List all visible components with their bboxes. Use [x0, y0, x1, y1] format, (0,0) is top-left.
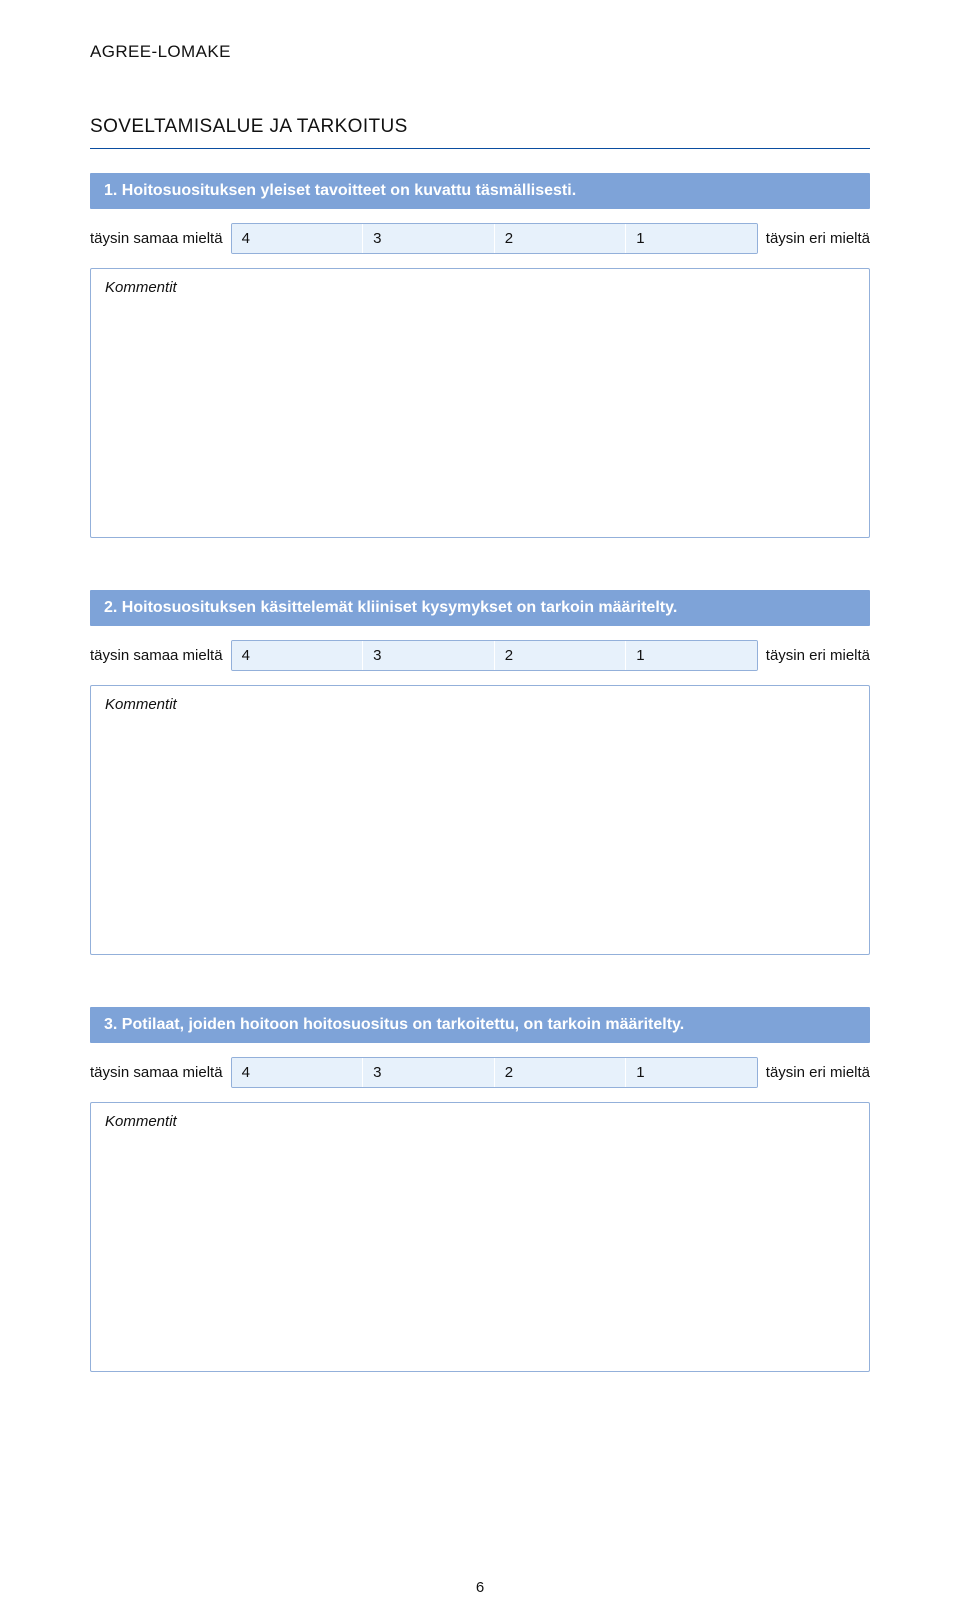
comment-title: Kommentit	[105, 279, 855, 296]
rating-label-left: täysin samaa mieltä	[90, 223, 231, 254]
question-text: Hoitosuosituksen käsittelemät kliiniset …	[122, 599, 677, 616]
rating-label-left: täysin samaa mieltä	[90, 1057, 231, 1088]
rating-option-3[interactable]: 3	[362, 1058, 494, 1087]
page-number: 6	[0, 1579, 960, 1596]
rating-option-1[interactable]: 1	[625, 1058, 757, 1087]
spacer	[90, 538, 870, 590]
rating-row-1: täysin samaa mieltä 4 3 2 1 täysin eri m…	[90, 223, 870, 254]
rating-option-2[interactable]: 2	[494, 224, 626, 253]
comment-title: Kommentit	[105, 696, 855, 713]
question-text: Hoitosuosituksen yleiset tavoitteet on k…	[122, 182, 576, 199]
section-title: SOVELTAMISALUE JA TARKOITUS	[90, 116, 870, 138]
question-bar-1: 1. Hoitosuosituksen yleiset tavoitteet o…	[90, 173, 870, 209]
comment-box-1[interactable]: Kommentit	[90, 268, 870, 538]
rating-cells-1: 4 3 2 1	[231, 223, 758, 254]
rating-row-3: täysin samaa mieltä 4 3 2 1 täysin eri m…	[90, 1057, 870, 1088]
rating-option-3[interactable]: 3	[362, 641, 494, 670]
comment-title: Kommentit	[105, 1113, 855, 1130]
question-number: 3.	[104, 1016, 117, 1033]
question-number: 1.	[104, 182, 117, 199]
rating-option-1[interactable]: 1	[625, 641, 757, 670]
comment-box-3[interactable]: Kommentit	[90, 1102, 870, 1372]
form-header: AGREE-LOMAKE	[90, 42, 870, 62]
rating-option-4[interactable]: 4	[232, 224, 363, 253]
rating-option-1[interactable]: 1	[625, 224, 757, 253]
rating-option-2[interactable]: 2	[494, 641, 626, 670]
page: AGREE-LOMAKE SOVELTAMISALUE JA TARKOITUS…	[0, 0, 960, 1616]
question-bar-3: 3. Potilaat, joiden hoitoon hoitosuositu…	[90, 1007, 870, 1043]
question-text: Potilaat, joiden hoitoon hoitosuositus o…	[122, 1016, 684, 1033]
question-number: 2.	[104, 599, 117, 616]
rating-label-right: täysin eri mieltä	[758, 1057, 870, 1088]
section-underline	[90, 148, 870, 149]
rating-cells-2: 4 3 2 1	[231, 640, 758, 671]
rating-option-3[interactable]: 3	[362, 224, 494, 253]
rating-row-2: täysin samaa mieltä 4 3 2 1 täysin eri m…	[90, 640, 870, 671]
rating-label-right: täysin eri mieltä	[758, 640, 870, 671]
rating-label-left: täysin samaa mieltä	[90, 640, 231, 671]
question-bar-2: 2. Hoitosuosituksen käsittelemät kliinis…	[90, 590, 870, 626]
rating-label-right: täysin eri mieltä	[758, 223, 870, 254]
comment-box-2[interactable]: Kommentit	[90, 685, 870, 955]
spacer	[90, 955, 870, 1007]
rating-option-2[interactable]: 2	[494, 1058, 626, 1087]
rating-cells-3: 4 3 2 1	[231, 1057, 758, 1088]
rating-option-4[interactable]: 4	[232, 1058, 363, 1087]
rating-option-4[interactable]: 4	[232, 641, 363, 670]
